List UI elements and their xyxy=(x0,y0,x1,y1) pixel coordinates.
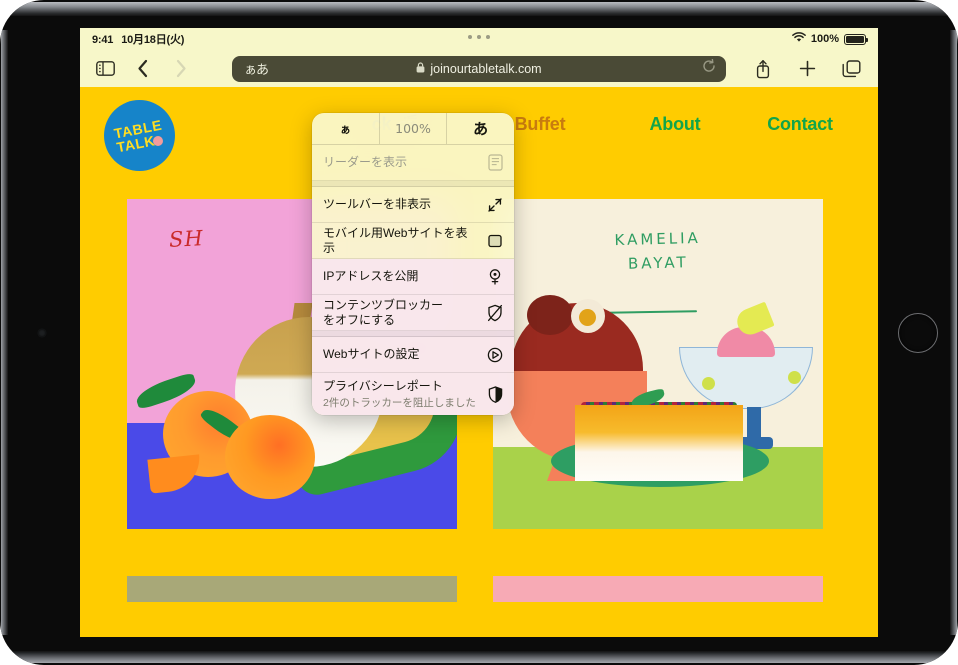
menu-item-text-block: プライバシーレポート 2件のトラッカーを阻止しました xyxy=(323,379,476,410)
orange-shape xyxy=(225,415,315,499)
sidebar-icon[interactable] xyxy=(94,58,116,80)
ipad-device: 9:41 10月18日(火) 100% ぁあ joinourtabletalk.… xyxy=(0,0,958,665)
plus-icon[interactable] xyxy=(796,58,818,80)
menu-item-label: モバイル用Webサイトを表示 xyxy=(323,225,468,255)
toolbar-left-group xyxy=(80,58,192,80)
status-bar-right: 100% xyxy=(792,32,869,46)
ip-address-icon xyxy=(487,268,503,285)
menu-item-label: コンテンツブロッカー をオフにする xyxy=(323,297,444,327)
home-button[interactable] xyxy=(898,312,938,353)
menu-item-privacy-report[interactable]: プライバシーレポート 2件のトラッカーを阻止しました xyxy=(312,373,514,415)
back-button[interactable] xyxy=(132,58,154,80)
share-icon[interactable] xyxy=(752,58,774,80)
lock-icon xyxy=(416,61,425,76)
forward-button xyxy=(170,58,192,80)
device-bezel-bottom xyxy=(8,651,950,663)
menu-item-label: プライバシーレポート xyxy=(323,378,443,393)
card-title-fruit: SH xyxy=(168,226,205,252)
status-bar-left: 9:41 10月18日(火) xyxy=(92,31,184,47)
lime-shape xyxy=(788,371,801,384)
battery-percent: 100% xyxy=(810,33,839,45)
egg-yolk-shape xyxy=(579,309,596,326)
menu-item-sublabel: 2件のトラッカーを阻止しました xyxy=(323,396,476,409)
status-date: 10月18日(火) xyxy=(121,34,185,46)
menu-item-label: ツールバーを非表示 xyxy=(323,197,432,211)
zoom-decrease-button[interactable]: ぁ xyxy=(312,113,379,144)
menu-item-request-mobile-website[interactable]: モバイル用Webサイトを表示 xyxy=(312,223,514,259)
privacy-report-icon xyxy=(488,385,503,403)
multitask-dot xyxy=(468,35,472,39)
card-row-partial xyxy=(80,576,878,602)
reload-icon[interactable] xyxy=(702,58,716,78)
front-camera xyxy=(38,328,46,337)
toolbar-right-group xyxy=(752,58,878,80)
zoom-controls-row: ぁ 100% あ xyxy=(312,113,514,145)
menu-item-show-ip-address[interactable]: IPアドレスを公開 xyxy=(312,259,514,295)
expand-arrows-icon xyxy=(487,197,503,213)
lime-shape xyxy=(702,377,715,390)
wifi-icon xyxy=(792,32,806,46)
device-bezel-top xyxy=(8,2,950,16)
menu-item-website-settings[interactable]: Webサイトの設定 xyxy=(312,337,514,373)
menu-lower-section: IPアドレスを公開 コンテンツブロッカー をオフにする Webサイトの設定 プラ… xyxy=(312,259,514,415)
cake-shape xyxy=(575,405,743,481)
multitask-dot xyxy=(486,35,490,39)
reader-icon xyxy=(488,154,503,171)
status-time: 9:41 xyxy=(92,34,114,46)
nav-item-about[interactable]: About xyxy=(610,114,740,135)
menu-item-label: IPアドレスを公開 xyxy=(323,269,419,283)
bowl-fruit-shape xyxy=(527,295,573,335)
menu-item-label: Webサイトの設定 xyxy=(323,347,420,361)
multitasking-control[interactable] xyxy=(468,35,490,39)
menu-item-show-reader: リーダーを表示 xyxy=(312,145,514,181)
nav-item-contact[interactable]: Contact xyxy=(740,114,860,135)
status-bar: 9:41 10月18日(火) 100% xyxy=(80,28,878,50)
battery-full-icon xyxy=(844,33,869,45)
tabs-icon[interactable] xyxy=(840,58,862,80)
device-bezel-right xyxy=(950,30,957,635)
card-partial-pink[interactable] xyxy=(493,576,823,602)
site-logo[interactable]: TABLE TALK xyxy=(104,100,175,171)
url-text: joinourtabletalk.com xyxy=(430,61,542,76)
address-bar-content: joinourtabletalk.com xyxy=(416,61,542,76)
menu-item-hide-toolbar[interactable]: ツールバーを非表示 xyxy=(312,187,514,223)
mobile-site-icon xyxy=(487,233,503,249)
card-kamelia-bayat-desserts[interactable]: KAMELIA BAYAT xyxy=(493,199,823,529)
card-title-kamelia-bayat: KAMELIA BAYAT xyxy=(614,228,702,273)
card-partial-olive[interactable] xyxy=(127,576,457,602)
website-settings-icon xyxy=(487,347,503,363)
zoom-level-label: 100% xyxy=(378,113,447,144)
address-bar[interactable]: ぁあ joinourtabletalk.com xyxy=(232,55,726,82)
page-settings-menu: ぁ 100% あ リーダーを表示 ツールバーを非表示 モバイル用Webサイトを表… xyxy=(312,113,514,415)
logo-dot-icon xyxy=(153,136,163,146)
menu-item-turn-off-content-blockers[interactable]: コンテンツブロッカー をオフにする xyxy=(312,295,514,331)
menu-item-label: リーダーを表示 xyxy=(323,155,408,169)
shield-slash-icon xyxy=(487,304,503,322)
multitask-dot xyxy=(477,35,481,39)
page-settings-button[interactable]: ぁあ xyxy=(244,59,269,78)
zoom-increase-button[interactable]: あ xyxy=(446,113,514,144)
browser-toolbar: ぁあ joinourtabletalk.com xyxy=(80,50,878,87)
signature-underline xyxy=(604,310,698,314)
device-bezel-left xyxy=(1,30,8,635)
ipad-screen: 9:41 10月18日(火) 100% ぁあ joinourtabletalk.… xyxy=(80,28,878,637)
